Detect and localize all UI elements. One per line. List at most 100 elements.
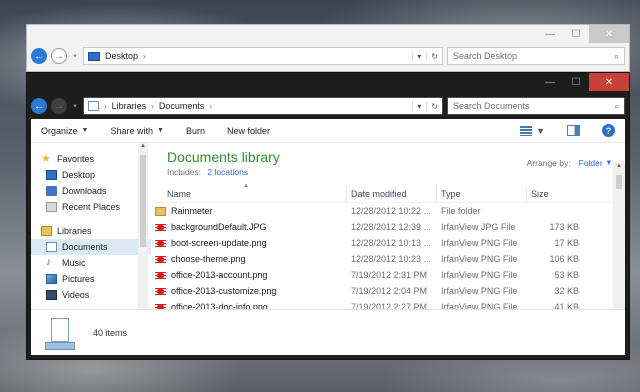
search-input[interactable]: Search Documents ⌕ — [447, 97, 625, 115]
scroll-thumb[interactable] — [616, 175, 622, 189]
back-arrow-icon[interactable]: ← — [31, 48, 47, 64]
sidebar-item-videos[interactable]: Videos — [31, 287, 151, 303]
file-size: 106 KB — [549, 254, 579, 264]
minimize-button[interactable]: — — [537, 73, 563, 91]
file-date: 12/28/2012 10:22 ... — [351, 206, 432, 216]
recent-locations-dropdown-icon[interactable]: ▾ — [71, 102, 79, 110]
details-pane: 40 items — [31, 309, 625, 355]
address-dropdown-icon[interactable]: ▾ — [412, 101, 421, 111]
scroll-up-icon[interactable]: ▲ — [613, 163, 625, 169]
search-icon[interactable]: ⌕ — [614, 51, 619, 62]
address-bar[interactable]: › Libraries › Documents › ▾ ↻ — [83, 97, 443, 115]
maximize-button[interactable]: ☐ — [563, 25, 589, 43]
irfanview-icon — [155, 286, 166, 297]
change-view-button[interactable]: ▼ — [520, 125, 545, 136]
table-row[interactable]: choose-theme.png 12/28/2012 10:23 ... Ir… — [151, 251, 613, 267]
refresh-icon[interactable]: ↻ — [426, 51, 438, 61]
file-list: Rainmeter 12/28/2012 10:22 ... File fold… — [151, 203, 613, 315]
irfanview-icon — [155, 238, 166, 249]
table-row[interactable]: backgroundDefault.JPG 12/28/2012 12:39 .… — [151, 219, 613, 235]
sidebar-group-label: Favorites — [57, 154, 95, 164]
includes-locations-link[interactable]: 2 locations — [207, 167, 248, 177]
arrange-by-value: Folder — [578, 157, 603, 168]
file-date: 12/28/2012 12:39 ... — [351, 222, 432, 232]
organize-button[interactable]: Organize ▼ — [41, 126, 88, 136]
title-bar[interactable]: — ☐ ✕ — [27, 73, 629, 93]
sidebar-group-libraries[interactable]: Libraries — [31, 223, 151, 239]
chevron-right-icon[interactable]: › — [209, 102, 212, 111]
chevron-down-icon: ▼ — [81, 127, 89, 134]
navigation-scrollbar[interactable]: ▲ ▼ — [138, 143, 148, 315]
recent-locations-dropdown-icon[interactable]: ▾ — [71, 52, 79, 60]
explorer-window-desktop[interactable]: — ☐ ✕ ← → ▾ Desktop › ▾ ↻ Search Desktop… — [26, 24, 630, 72]
sidebar-item-music[interactable]: ♪ Music — [31, 255, 151, 271]
desktop-icon — [46, 170, 57, 180]
burn-button[interactable]: Burn — [186, 126, 205, 136]
sidebar-item-downloads[interactable]: Downloads — [31, 183, 151, 199]
documents-library-icon — [88, 101, 99, 111]
items-count: 40 items — [93, 327, 128, 338]
new-folder-button[interactable]: New folder — [227, 126, 270, 136]
chevron-right-icon[interactable]: › — [151, 102, 154, 111]
column-header-date-modified[interactable]: Date modified — [347, 185, 437, 203]
library-includes: Includes: 2 locations — [167, 167, 609, 177]
chevron-down-icon: ▼ — [536, 125, 545, 136]
file-date: 7/19/2012 2:04 PM — [351, 286, 428, 296]
table-row[interactable]: Rainmeter 12/28/2012 10:22 ... File fold… — [151, 203, 613, 219]
search-input[interactable]: Search Desktop ⌕ — [447, 47, 625, 65]
irfanview-icon — [155, 254, 166, 265]
file-type: IrfanView PNG File — [441, 238, 518, 248]
maximize-button[interactable]: ☐ — [563, 73, 589, 91]
sidebar-item-label: Pictures — [62, 274, 95, 284]
forward-arrow-icon[interactable]: → — [51, 98, 67, 114]
column-header-name[interactable]: Name — [151, 185, 347, 203]
address-bar[interactable]: Desktop › ▾ ↻ — [83, 47, 443, 65]
scroll-up-icon[interactable]: ▲ — [138, 143, 148, 149]
explorer-window-documents[interactable]: — ☐ ✕ ← → ▾ › Libraries › Documents › ▾ … — [26, 72, 630, 360]
sidebar-item-label: Videos — [62, 290, 90, 300]
file-type: IrfanView PNG File — [441, 270, 518, 280]
breadcrumb-libraries[interactable]: Libraries — [112, 101, 147, 111]
file-size: 32 KB — [554, 286, 579, 296]
file-list-scrollbar[interactable]: ▲ ▼ — [613, 163, 625, 315]
search-icon[interactable]: ⌕ — [614, 101, 619, 112]
forward-arrow-icon[interactable]: → — [51, 48, 67, 64]
chevron-right-icon[interactable]: › — [104, 102, 107, 111]
sidebar-item-documents[interactable]: Documents — [31, 239, 151, 255]
column-header-size[interactable]: Size — [527, 186, 583, 203]
close-button[interactable]: ✕ — [589, 25, 629, 43]
scroll-thumb[interactable] — [140, 155, 146, 247]
table-row[interactable]: office-2013-customize.png 7/19/2012 2:04… — [151, 283, 613, 299]
sidebar-item-label: Recent Places — [62, 202, 121, 212]
file-type: File folder — [441, 206, 481, 216]
documents-library-icon — [43, 316, 77, 350]
back-arrow-icon[interactable]: ← — [31, 98, 47, 114]
new-folder-label: New folder — [226, 125, 270, 136]
sidebar-item-recent-places[interactable]: Recent Places — [31, 199, 151, 215]
sidebar-item-pictures[interactable]: Pictures — [31, 271, 151, 287]
file-date: 12/28/2012 10:13 ... — [351, 238, 432, 248]
column-header-type[interactable]: Type — [437, 185, 527, 203]
file-type: IrfanView PNG File — [441, 254, 518, 264]
sidebar-item-desktop[interactable]: Desktop — [31, 167, 151, 183]
address-dropdown-icon[interactable]: ▾ — [412, 51, 421, 61]
help-icon[interactable]: ? — [602, 124, 615, 137]
navigation-pane: ★ Favorites Desktop Downloads Recent Pla… — [31, 143, 151, 313]
title-bar[interactable]: — ☐ ✕ — [27, 25, 629, 43]
minimize-button[interactable]: — — [537, 25, 563, 43]
refresh-icon[interactable]: ↻ — [426, 101, 438, 111]
arrange-by-dropdown[interactable]: Folder ▾ — [579, 157, 611, 168]
share-with-button[interactable]: Share with ▼ — [110, 126, 163, 136]
table-row[interactable]: boot-screen-update.png 12/28/2012 10:13 … — [151, 235, 613, 251]
desktop-icon — [88, 51, 100, 61]
file-name: office-2013-account.png — [171, 270, 268, 280]
breadcrumb-documents[interactable]: Documents — [159, 101, 205, 111]
chevron-right-icon[interactable]: › — [143, 52, 146, 61]
sidebar-group-favorites[interactable]: ★ Favorites — [31, 151, 151, 167]
pictures-icon — [46, 274, 57, 284]
music-icon: ♪ — [46, 257, 51, 268]
address-location: Desktop — [105, 51, 139, 61]
preview-pane-icon[interactable] — [567, 125, 580, 136]
table-row[interactable]: office-2013-account.png 7/19/2012 2:31 P… — [151, 267, 613, 283]
close-button[interactable]: ✕ — [589, 73, 629, 91]
